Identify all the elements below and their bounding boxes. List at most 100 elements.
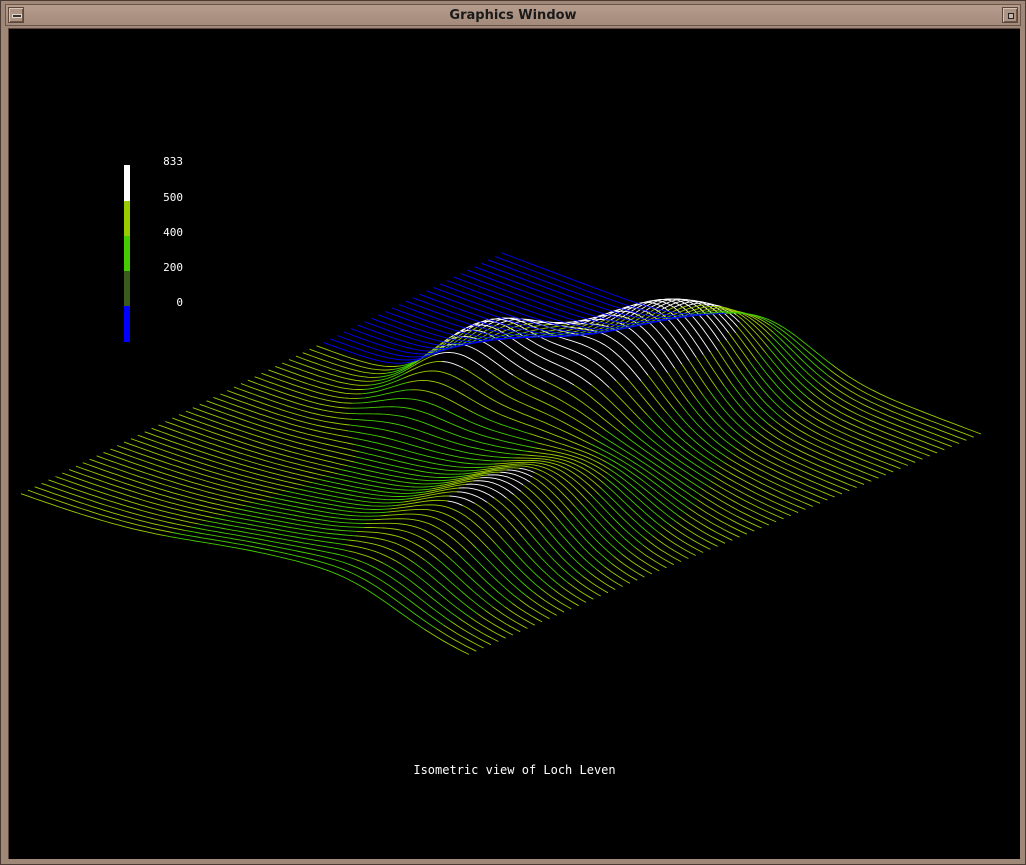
terrain-line xyxy=(453,276,645,329)
terrain-line xyxy=(543,526,591,574)
terrain-line xyxy=(383,562,459,619)
legend-swatch-water xyxy=(124,306,130,342)
terrain-line xyxy=(674,367,696,399)
terrain-line xyxy=(717,350,734,375)
terrain-line xyxy=(782,418,894,473)
terrain-line xyxy=(34,486,185,531)
terrain-line xyxy=(110,448,272,498)
terrain-line xyxy=(536,529,583,577)
terrain-line xyxy=(117,445,279,495)
terrain-line xyxy=(481,262,684,321)
terrain-line xyxy=(687,507,740,538)
terrain-line xyxy=(488,259,696,319)
terrain-line xyxy=(359,389,411,399)
legend-label-833: 833 xyxy=(163,155,183,168)
terrain-line xyxy=(103,451,265,501)
terrain-line xyxy=(512,374,607,432)
terrain-line xyxy=(347,539,413,563)
terrain-line xyxy=(488,548,535,593)
terrain-line xyxy=(199,403,359,452)
terrain-line xyxy=(775,420,887,476)
terrain-line xyxy=(716,388,760,434)
terrain-line xyxy=(48,479,199,525)
terrain-line xyxy=(89,458,246,507)
terrain-line xyxy=(807,397,930,457)
terrain-line xyxy=(432,480,474,490)
terrain-line xyxy=(591,495,644,546)
maximize-icon[interactable] xyxy=(1002,7,1018,23)
terrain-line xyxy=(396,499,448,506)
terrain-line xyxy=(355,559,362,562)
terrain-line xyxy=(567,582,594,600)
terrain-line xyxy=(240,383,349,414)
terrain-line xyxy=(442,361,464,369)
terrain-line xyxy=(351,437,495,465)
terrain-line xyxy=(667,372,689,403)
terrain-line xyxy=(504,606,536,626)
terrain-line xyxy=(41,482,192,528)
terrain-line xyxy=(551,522,598,571)
terrain-line xyxy=(575,579,601,597)
terrain-line xyxy=(530,481,567,518)
terrain-line xyxy=(361,381,408,395)
terrain-line xyxy=(572,514,615,557)
terrain-line xyxy=(213,396,352,439)
terrain-line xyxy=(475,547,527,597)
terrain-line xyxy=(456,491,488,503)
terrain-line xyxy=(760,426,872,482)
terrain-line xyxy=(747,370,785,413)
terrain-line xyxy=(628,379,655,412)
terrain-line xyxy=(233,386,353,420)
terrain-line xyxy=(606,461,679,517)
terrain-line xyxy=(354,535,426,561)
terrain-line xyxy=(598,494,646,539)
terrain-line xyxy=(678,515,726,544)
terrain-line xyxy=(596,569,623,587)
terrain-line xyxy=(798,406,916,463)
title-bar[interactable]: Graphics Window xyxy=(5,4,1021,26)
terrain-line xyxy=(506,497,538,530)
terrain-line xyxy=(647,375,675,410)
terrain-line xyxy=(702,354,725,387)
terrain-line xyxy=(710,480,784,520)
legend-label-400: 400 xyxy=(163,226,183,239)
terrain-line xyxy=(596,440,696,506)
legend-swatch-low xyxy=(124,271,130,306)
terrain-line xyxy=(725,312,833,365)
terrain-line xyxy=(356,530,438,560)
terrain-line xyxy=(387,508,489,549)
terrain-line xyxy=(27,489,173,533)
isometric-terrain-plot xyxy=(20,252,982,655)
terrain-line xyxy=(423,628,470,655)
terrain-line xyxy=(96,455,253,504)
terrain-line xyxy=(468,552,520,600)
terrain-line xyxy=(529,532,576,580)
terrain-line xyxy=(611,563,638,581)
terrain-line xyxy=(373,518,470,554)
terrain-line xyxy=(640,380,668,414)
terrain-line xyxy=(165,535,425,630)
terrain-line xyxy=(345,544,401,565)
terrain-line xyxy=(192,407,357,458)
maximize-glyph xyxy=(1008,13,1014,19)
terrain-line xyxy=(791,408,909,466)
terrain-lines xyxy=(20,252,982,655)
terrain-line xyxy=(681,363,704,396)
terrain-line xyxy=(185,410,355,463)
terrain-line xyxy=(553,589,579,607)
terrain-line xyxy=(123,441,286,492)
plot-caption: Isometric view of Loch Leven xyxy=(413,763,616,777)
terrain-line xyxy=(472,411,530,435)
terrain-line xyxy=(608,386,641,420)
terrain-line xyxy=(565,517,613,564)
legend-label-200: 200 xyxy=(163,261,183,274)
terrain-line xyxy=(733,453,828,501)
window-title: Graphics Window xyxy=(449,8,577,23)
terrain-line xyxy=(522,484,560,521)
terrain-line xyxy=(449,557,505,608)
terrain-line xyxy=(490,372,600,435)
terrain-line xyxy=(436,558,493,608)
terrain-line xyxy=(582,575,609,594)
terrain-line xyxy=(82,462,239,510)
legend-swatch-peak xyxy=(124,165,130,201)
